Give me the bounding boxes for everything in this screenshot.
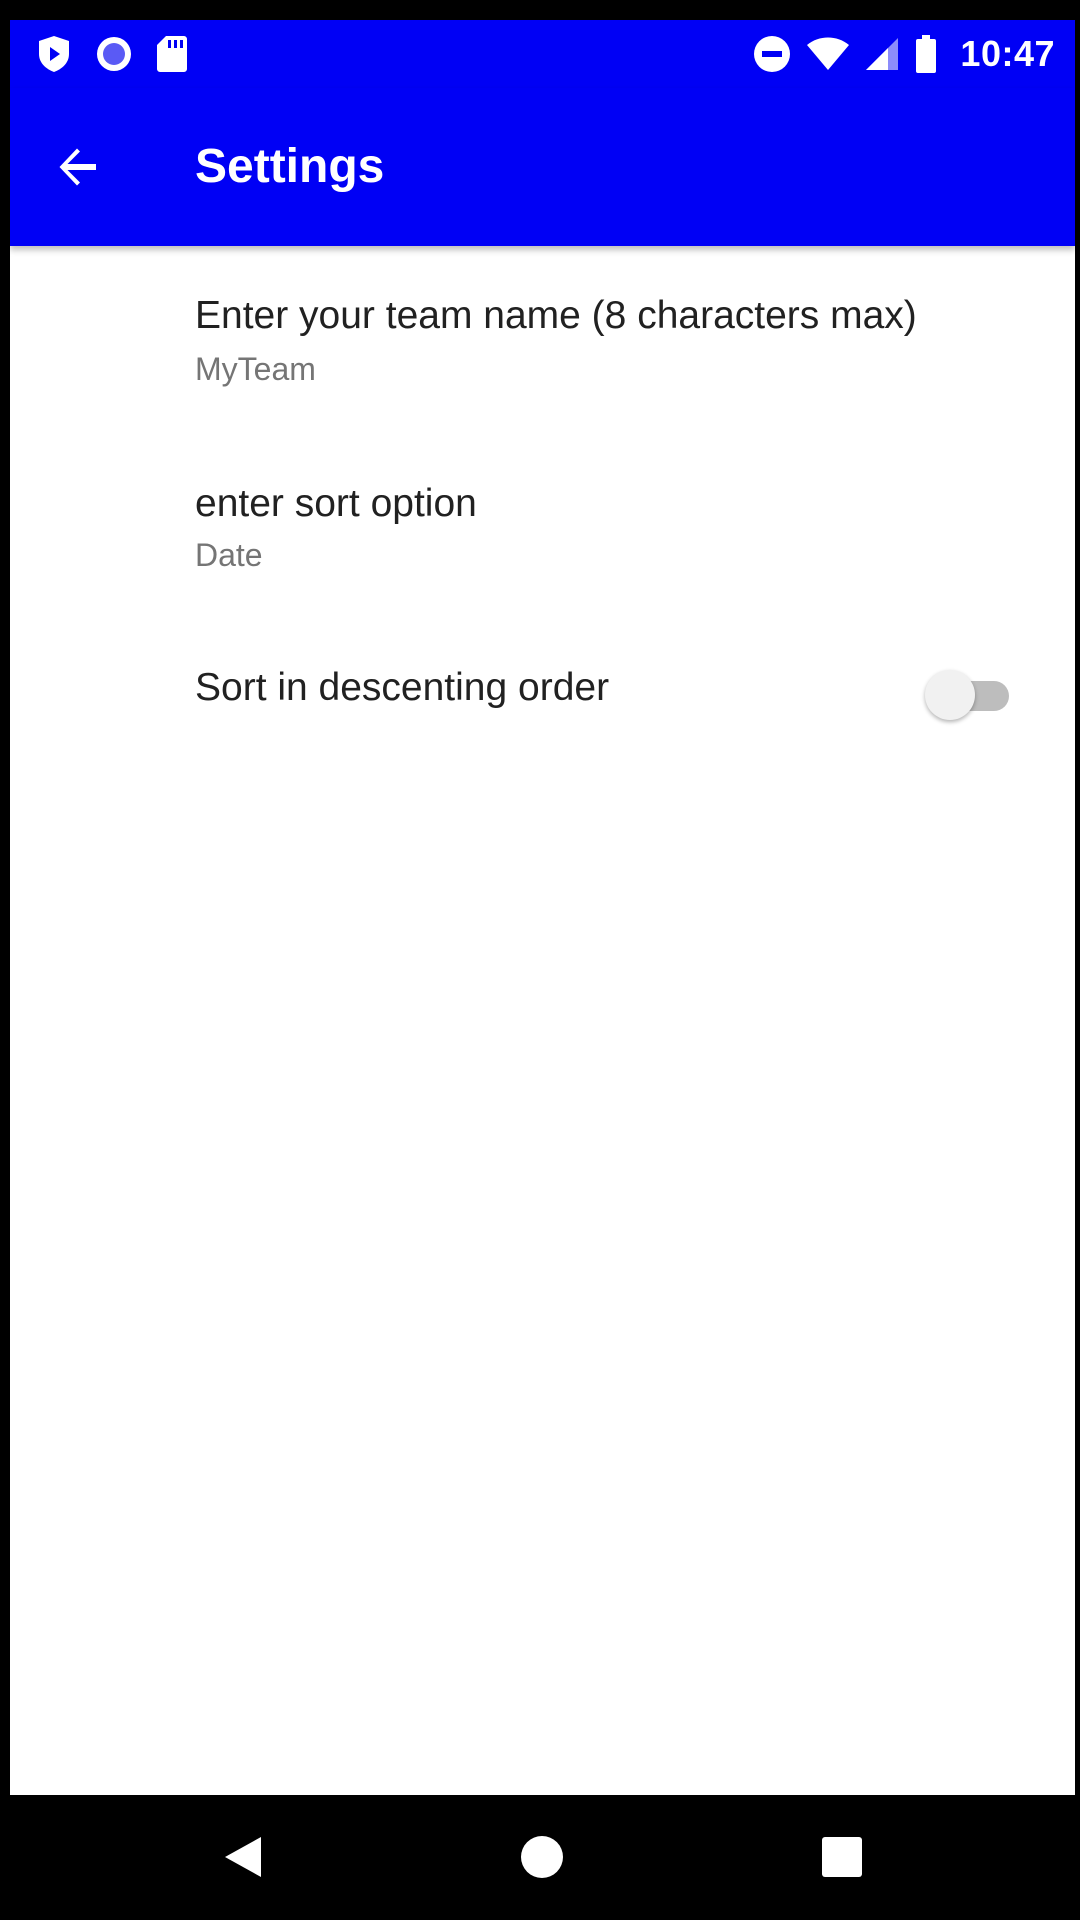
home-circle-icon — [519, 1834, 565, 1880]
sort-descending-preference[interactable]: Sort in descenting order — [10, 626, 1075, 816]
recents-square-icon — [821, 1836, 863, 1878]
back-button[interactable] — [38, 127, 118, 207]
sort-descending-title: Sort in descenting order — [195, 666, 610, 709]
sd-card-icon — [156, 34, 188, 74]
sort-option-preference[interactable]: enter sort option Date — [10, 436, 1075, 626]
team-name-title: Enter your team name (8 characters max) — [195, 294, 917, 337]
settings-list: Enter your team name (8 characters max) … — [10, 246, 1075, 816]
app-toolbar: Settings — [10, 88, 1075, 246]
do-not-disturb-icon — [752, 34, 792, 74]
wifi-icon — [806, 36, 850, 72]
team-name-preference[interactable]: Enter your team name (8 characters max) … — [10, 246, 1075, 436]
battery-icon — [914, 34, 938, 74]
app-screen: 10:47 Settings Enter your team name (8 c… — [10, 20, 1075, 1795]
nav-recents-button[interactable] — [802, 1817, 882, 1897]
record-icon — [94, 34, 134, 74]
sort-option-summary: Date — [195, 537, 263, 573]
back-triangle-icon — [221, 1833, 265, 1881]
status-time: 10:47 — [960, 33, 1055, 74]
status-left-icons — [36, 32, 188, 76]
team-name-summary: MyTeam — [195, 351, 316, 387]
play-protect-icon — [36, 34, 72, 74]
sort-option-title: enter sort option — [195, 482, 477, 525]
navigation-bar — [0, 1795, 1080, 1920]
cell-signal-icon — [864, 36, 900, 72]
status-right-icons: 10:47 — [752, 32, 1055, 76]
nav-back-button[interactable] — [203, 1817, 283, 1897]
nav-home-button[interactable] — [502, 1817, 582, 1897]
switch-thumb — [925, 670, 975, 720]
status-bar: 10:47 — [10, 20, 1075, 88]
sort-descending-switch[interactable] — [925, 666, 1013, 720]
arrow-back-icon — [54, 143, 102, 191]
page-title: Settings — [195, 140, 385, 193]
